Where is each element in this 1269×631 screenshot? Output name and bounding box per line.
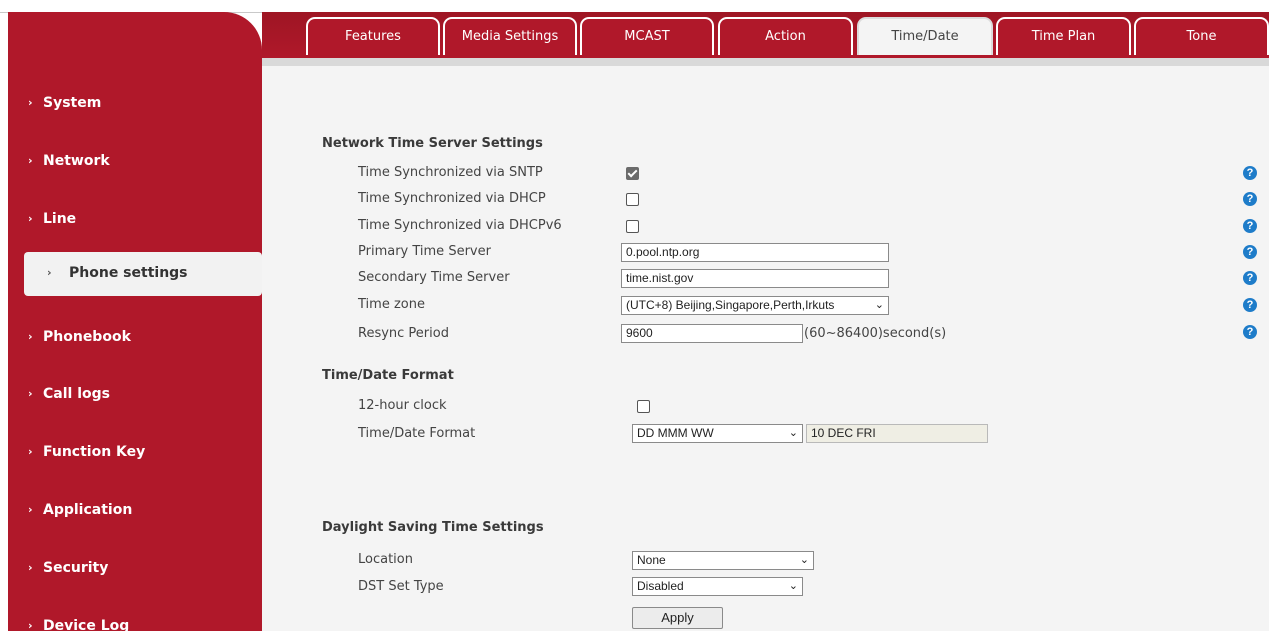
secondary-time-server-label: Secondary Time Server xyxy=(358,270,510,285)
help-icon[interactable]: ? xyxy=(1243,325,1257,339)
sidebar-item-phonebook[interactable]: › Phonebook xyxy=(8,320,262,356)
time-date-format-label: Time/Date Format xyxy=(358,426,476,441)
chevron-right-icon: › xyxy=(28,619,33,631)
resync-period-label: Resync Period xyxy=(358,326,449,341)
sidebar-item-application[interactable]: › Application xyxy=(8,493,262,529)
dhcpv6-checkbox[interactable] xyxy=(626,220,639,233)
sidebar-item-device-log[interactable]: › Device Log xyxy=(8,609,262,631)
timezone-select[interactable]: (UTC+8) Beijing,Singapore,Perth,Irkuts ⌄ xyxy=(621,296,889,315)
sidebar-item-phone-settings[interactable]: › Phone settings xyxy=(24,252,262,296)
resync-period-input[interactable]: 9600 xyxy=(621,324,803,343)
primary-time-server-input[interactable]: 0.pool.ntp.org xyxy=(621,243,889,262)
dst-set-type-value: Disabled xyxy=(637,579,684,593)
dhcp-label: Time Synchronized via DHCP xyxy=(358,191,546,206)
tab-bar-divider xyxy=(262,58,1269,66)
sidebar-item-label: Line xyxy=(43,211,77,227)
dst-location-label: Location xyxy=(358,552,413,567)
section-title-dst: Daylight Saving Time Settings xyxy=(322,520,544,535)
chevron-down-icon: ⌄ xyxy=(788,427,798,439)
chevron-right-icon: › xyxy=(28,445,33,458)
dhcp-checkbox[interactable] xyxy=(626,193,639,206)
time-date-preview-field: 10 DEC FRI xyxy=(806,424,988,443)
dst-location-value: None xyxy=(637,553,666,567)
help-icon[interactable]: ? xyxy=(1243,192,1257,206)
sidebar-item-network[interactable]: › Network xyxy=(8,144,262,180)
sidebar-item-function-key[interactable]: › Function Key xyxy=(8,435,262,471)
chevron-down-icon: ⌄ xyxy=(874,299,884,311)
section-title-network-time: Network Time Server Settings xyxy=(322,136,543,151)
dst-set-type-label: DST Set Type xyxy=(358,579,444,594)
sidebar-nav: › System › Network › Line › Phone settin… xyxy=(8,12,262,631)
resync-period-unit: (60~86400)second(s) xyxy=(804,326,947,341)
sidebar-item-label: System xyxy=(43,95,102,111)
section-title-time-date-format: Time/Date Format xyxy=(322,368,454,383)
sidebar-item-label: Call logs xyxy=(43,386,110,402)
sidebar-item-system[interactable]: › System xyxy=(8,86,262,122)
timezone-label: Time zone xyxy=(358,297,425,312)
timezone-value: (UTC+8) Beijing,Singapore,Perth,Irkuts xyxy=(626,298,835,312)
time-date-format-value: DD MMM WW xyxy=(637,426,714,440)
primary-time-server-label: Primary Time Server xyxy=(358,244,491,259)
chevron-right-icon: › xyxy=(28,330,33,343)
sidebar-item-label: Function Key xyxy=(43,444,146,460)
help-icon[interactable]: ? xyxy=(1243,166,1257,180)
chevron-down-icon: ⌄ xyxy=(788,580,798,592)
tab-media-settings[interactable]: Media Settings xyxy=(443,17,577,55)
tab-action[interactable]: Action xyxy=(718,17,853,55)
twelve-hour-clock-checkbox[interactable] xyxy=(637,400,650,413)
twelve-hour-clock-label: 12-hour clock xyxy=(358,398,447,413)
chevron-right-icon: › xyxy=(28,154,33,167)
tab-time-date[interactable]: Time/Date xyxy=(857,17,993,55)
sidebar-item-line[interactable]: › Line xyxy=(8,202,262,238)
dhcpv6-label: Time Synchronized via DHCPv6 xyxy=(358,218,562,233)
sidebar-item-security[interactable]: › Security xyxy=(8,551,262,587)
sidebar-item-label: Phonebook xyxy=(43,329,131,345)
help-icon[interactable]: ? xyxy=(1243,271,1257,285)
sidebar-item-label: Network xyxy=(43,153,110,169)
time-date-format-select[interactable]: DD MMM WW ⌄ xyxy=(632,424,803,443)
chevron-right-icon: › xyxy=(28,212,33,225)
dst-location-select[interactable]: None ⌄ xyxy=(632,551,814,570)
help-icon[interactable]: ? xyxy=(1243,298,1257,312)
tab-mcast[interactable]: MCAST xyxy=(580,17,714,55)
sntp-label: Time Synchronized via SNTP xyxy=(358,165,543,180)
tab-time-plan[interactable]: Time Plan xyxy=(996,17,1131,55)
sidebar-item-label: Device Log xyxy=(43,618,130,631)
apply-button[interactable]: Apply xyxy=(632,607,723,629)
secondary-time-server-input[interactable]: time.nist.gov xyxy=(621,269,889,288)
chevron-right-icon: › xyxy=(47,266,52,279)
sidebar-item-call-logs[interactable]: › Call logs xyxy=(8,377,262,413)
chevron-right-icon: › xyxy=(28,561,33,574)
dst-set-type-select[interactable]: Disabled ⌄ xyxy=(632,577,803,596)
sidebar-item-label: Application xyxy=(43,502,133,518)
tab-tone[interactable]: Tone xyxy=(1134,17,1269,55)
chevron-right-icon: › xyxy=(28,96,33,109)
help-icon[interactable]: ? xyxy=(1243,219,1257,233)
chevron-right-icon: › xyxy=(28,503,33,516)
help-icon[interactable]: ? xyxy=(1243,245,1257,259)
chevron-down-icon: ⌄ xyxy=(799,554,809,566)
sidebar-item-label: Phone settings xyxy=(69,265,188,281)
sntp-checkbox[interactable] xyxy=(626,167,639,180)
tab-features[interactable]: Features xyxy=(306,17,440,55)
sidebar-item-label: Security xyxy=(43,560,109,576)
chevron-right-icon: › xyxy=(28,387,33,400)
